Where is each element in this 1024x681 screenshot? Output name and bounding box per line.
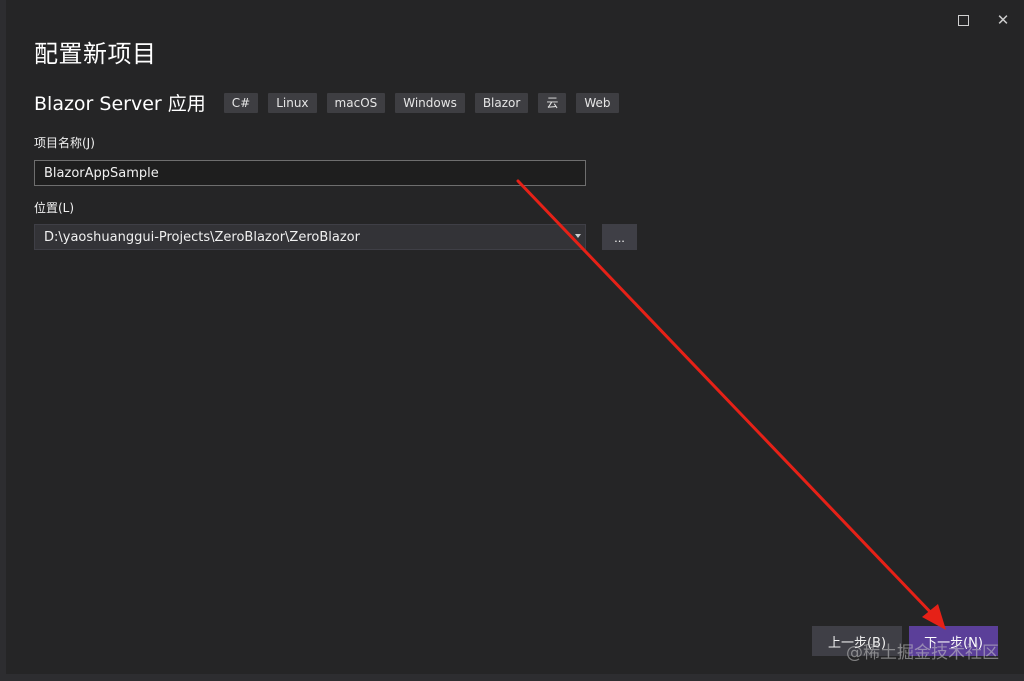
tag-linux: Linux [268,92,317,113]
location-combobox[interactable]: D:\yaoshuanggui-Projects\ZeroBlazor\Zero… [34,224,586,250]
tag-windows: Windows [395,92,465,113]
close-button[interactable]: ✕ [986,6,1020,34]
location-value: D:\yaoshuanggui-Projects\ZeroBlazor\Zero… [44,229,360,245]
next-button[interactable]: 下一步(N) [909,626,998,656]
window-bottom-edge [0,674,1024,681]
template-tags: C# Linux macOS Windows Blazor 云 Web [223,92,619,113]
project-name-label: 项目名称(J) [34,136,95,150]
browse-button[interactable]: ... [602,224,637,250]
page-title: 配置新项目 [34,40,157,68]
chevron-down-icon[interactable] [575,234,581,238]
maximize-button[interactable] [946,6,980,34]
project-name-input[interactable]: BlazorAppSample [34,160,586,186]
location-label: 位置(L) [34,201,75,215]
tag-csharp: C# [223,92,259,113]
close-icon: ✕ [996,11,1010,29]
project-name-value: BlazorAppSample [44,165,159,181]
maximize-icon [957,14,969,26]
tag-blazor: Blazor [474,92,529,113]
template-header: Blazor Server 应用 C# Linux macOS Windows … [34,89,619,116]
back-button[interactable]: 上一步(B) [812,626,902,656]
tag-macos: macOS [326,92,386,113]
configure-project-dialog: ✕ 配置新项目 Blazor Server 应用 C# Linux macOS … [0,0,1024,681]
tag-web: Web [576,92,619,113]
tag-cloud: 云 [538,92,567,113]
template-name: Blazor Server 应用 [34,93,206,115]
